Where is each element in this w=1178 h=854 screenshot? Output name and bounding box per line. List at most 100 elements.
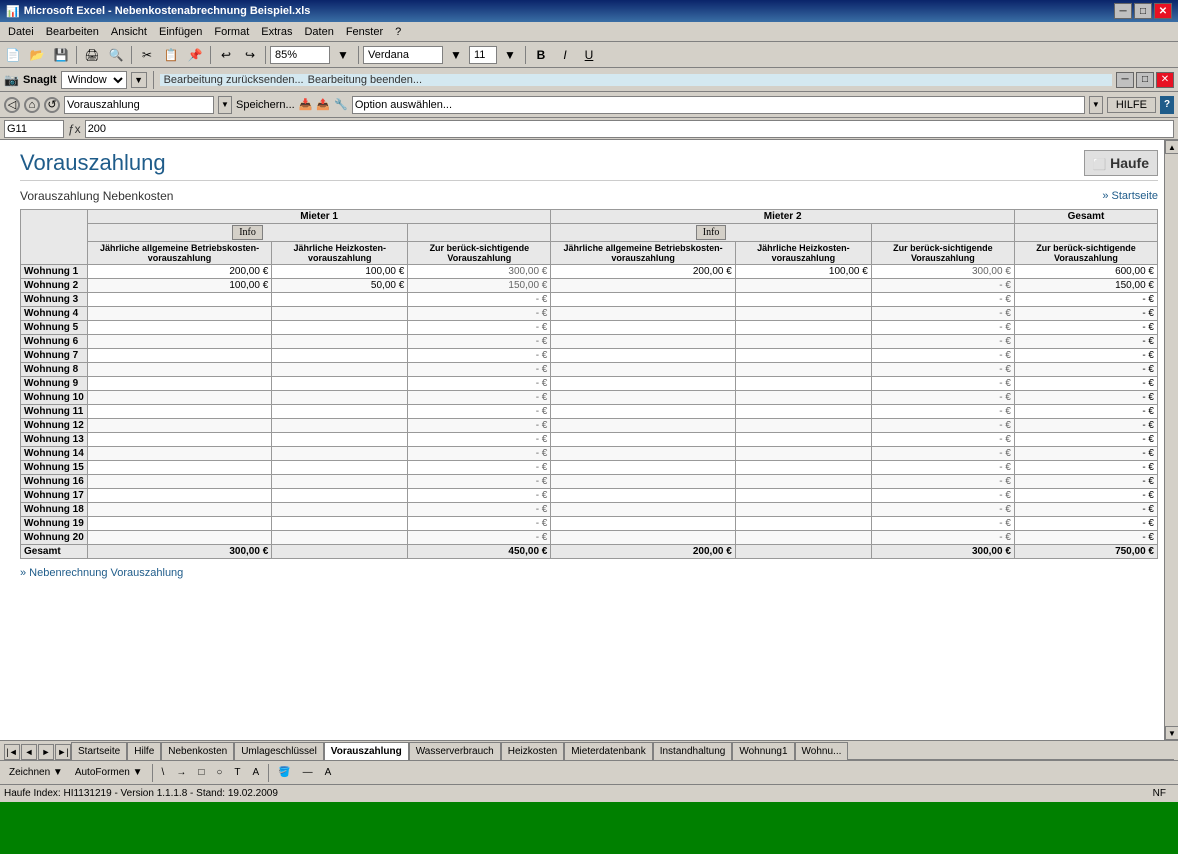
minimize-button[interactable]: ─	[1114, 3, 1132, 19]
m1-zur-cell[interactable]: - €	[408, 475, 551, 489]
m1-heiz-cell[interactable]	[272, 307, 408, 321]
wordart-tool[interactable]: A	[248, 764, 265, 782]
scroll-down-button[interactable]: ▼	[1165, 726, 1178, 740]
m2-heiz-cell[interactable]	[735, 307, 871, 321]
total-m2-zur[interactable]: 300,00 €	[871, 545, 1014, 559]
line-color-button[interactable]: —	[298, 764, 318, 782]
m1-zur-cell[interactable]: - €	[408, 531, 551, 545]
m1-heiz-cell[interactable]	[272, 475, 408, 489]
m2-zur-cell[interactable]: - €	[871, 419, 1014, 433]
text-tool[interactable]: T	[229, 764, 245, 782]
m1-betr-cell[interactable]	[87, 377, 271, 391]
line-tool[interactable]: \	[157, 764, 170, 782]
mieter2-info-button[interactable]: Info	[696, 225, 727, 240]
m2-heiz-cell[interactable]: 100,00 €	[735, 265, 871, 279]
zeichnen-button[interactable]: Zeichnen ▼	[4, 764, 68, 782]
back-nav-icon[interactable]: ◁	[4, 97, 20, 113]
gesamt-cell[interactable]: - €	[1014, 433, 1157, 447]
m1-heiz-cell[interactable]	[272, 335, 408, 349]
fontsize-dropdown[interactable]: ▼	[499, 45, 521, 65]
total-m2-betr[interactable]: 200,00 €	[551, 545, 735, 559]
m1-betr-cell[interactable]	[87, 531, 271, 545]
m2-betr-cell[interactable]	[551, 433, 735, 447]
tab-first-button[interactable]: |◄	[4, 744, 20, 760]
refresh-nav-icon[interactable]: ↺	[44, 97, 60, 113]
m1-heiz-cell[interactable]	[272, 489, 408, 503]
m1-zur-cell[interactable]: - €	[408, 363, 551, 377]
m1-heiz-cell[interactable]	[272, 419, 408, 433]
m1-zur-cell[interactable]: - €	[408, 517, 551, 531]
total-gesamt[interactable]: 750,00 €	[1014, 545, 1157, 559]
m1-zur-cell[interactable]: 300,00 €	[408, 265, 551, 279]
m2-heiz-cell[interactable]	[735, 349, 871, 363]
m1-heiz-cell[interactable]	[272, 503, 408, 517]
m1-zur-cell[interactable]: - €	[408, 503, 551, 517]
bold-button[interactable]: B	[530, 45, 552, 65]
m2-heiz-cell[interactable]	[735, 489, 871, 503]
close-button[interactable]: ✕	[1154, 3, 1172, 19]
gesamt-cell[interactable]: - €	[1014, 419, 1157, 433]
m2-betr-cell[interactable]: 200,00 €	[551, 265, 735, 279]
m1-betr-cell[interactable]	[87, 447, 271, 461]
gesamt-cell[interactable]: - €	[1014, 531, 1157, 545]
m2-heiz-cell[interactable]	[735, 503, 871, 517]
tab-wohnung1[interactable]: Wohnung1	[732, 742, 794, 760]
bearbeitung-beenden[interactable]: Bearbeitung beenden...	[308, 74, 422, 86]
m1-betr-cell[interactable]	[87, 307, 271, 321]
menu-datei[interactable]: Datei	[2, 24, 40, 40]
menu-extras[interactable]: Extras	[255, 24, 298, 40]
preview-button[interactable]: 🔍	[105, 45, 127, 65]
m2-zur-cell[interactable]: - €	[871, 531, 1014, 545]
m1-betr-cell[interactable]	[87, 419, 271, 433]
m1-betr-cell[interactable]	[87, 433, 271, 447]
m1-zur-cell[interactable]: - €	[408, 391, 551, 405]
m1-heiz-cell[interactable]	[272, 433, 408, 447]
m2-zur-cell[interactable]: - €	[871, 405, 1014, 419]
m1-heiz-cell[interactable]	[272, 447, 408, 461]
m2-betr-cell[interactable]	[551, 405, 735, 419]
paste-button[interactable]: 📌	[184, 45, 206, 65]
m2-heiz-cell[interactable]	[735, 377, 871, 391]
gesamt-cell[interactable]: 600,00 €	[1014, 265, 1157, 279]
m2-heiz-cell[interactable]	[735, 293, 871, 307]
m2-betr-cell[interactable]	[551, 489, 735, 503]
restore-button-2[interactable]: □	[1136, 72, 1154, 88]
m2-heiz-cell[interactable]	[735, 517, 871, 531]
tab-heizkosten[interactable]: Heizkosten	[501, 742, 564, 760]
m1-zur-cell[interactable]: - €	[408, 489, 551, 503]
menu-help[interactable]: ?	[389, 24, 407, 40]
m2-heiz-cell[interactable]	[735, 335, 871, 349]
m1-zur-cell[interactable]: - €	[408, 419, 551, 433]
m1-heiz-cell[interactable]: 50,00 €	[272, 279, 408, 293]
gesamt-cell[interactable]: - €	[1014, 447, 1157, 461]
m2-zur-cell[interactable]: - €	[871, 503, 1014, 517]
gesamt-cell[interactable]: 150,00 €	[1014, 279, 1157, 293]
tab-instandhaltung[interactable]: Instandhaltung	[653, 742, 733, 760]
speichern-icon-2[interactable]: 📤	[316, 98, 330, 111]
redo-button[interactable]: ↪	[239, 45, 261, 65]
m1-betr-cell[interactable]	[87, 349, 271, 363]
m2-zur-cell[interactable]: - €	[871, 475, 1014, 489]
tab-wohnux[interactable]: Wohnu...	[795, 742, 849, 760]
total-m1-zur[interactable]: 450,00 €	[408, 545, 551, 559]
home-nav-icon[interactable]: ⌂	[24, 97, 40, 113]
m2-heiz-cell[interactable]	[735, 419, 871, 433]
gesamt-cell[interactable]: - €	[1014, 321, 1157, 335]
maximize-button[interactable]: □	[1134, 3, 1152, 19]
font-select[interactable]: Verdana	[363, 46, 443, 64]
m2-zur-cell[interactable]: - €	[871, 293, 1014, 307]
fontsize-input[interactable]: 11	[469, 46, 497, 64]
m2-heiz-cell[interactable]	[735, 475, 871, 489]
m1-heiz-cell[interactable]	[272, 531, 408, 545]
m1-heiz-cell[interactable]	[272, 349, 408, 363]
tab-nebenkosten[interactable]: Nebenkosten	[161, 742, 234, 760]
tab-vorauszahlung[interactable]: Vorauszahlung	[324, 742, 409, 760]
m1-zur-cell[interactable]: - €	[408, 335, 551, 349]
tab-prev-button[interactable]: ◄	[21, 744, 37, 760]
m1-betr-cell[interactable]	[87, 503, 271, 517]
menu-einfuegen[interactable]: Einfügen	[153, 24, 208, 40]
scroll-up-button[interactable]: ▲	[1165, 140, 1178, 154]
m1-zur-cell[interactable]: 150,00 €	[408, 279, 551, 293]
m2-heiz-cell[interactable]	[735, 447, 871, 461]
gesamt-cell[interactable]: - €	[1014, 293, 1157, 307]
